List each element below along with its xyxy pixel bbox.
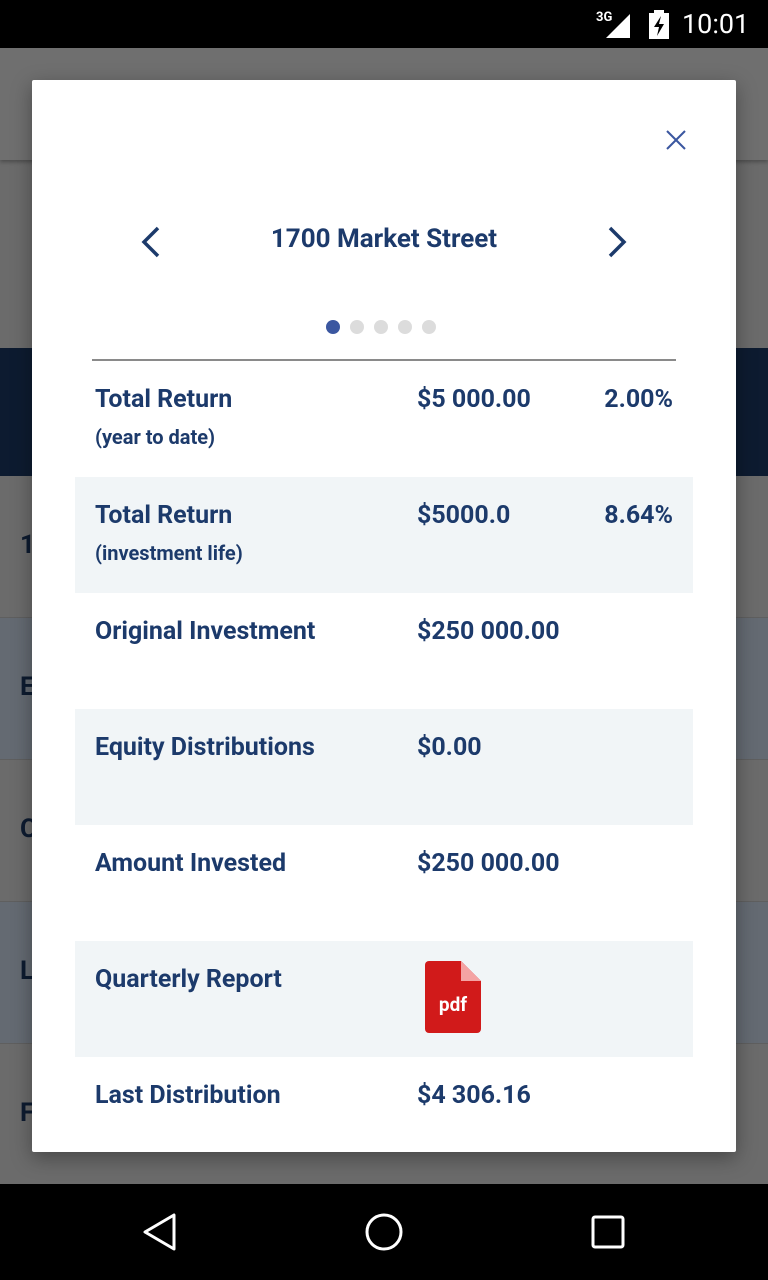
home-circle-icon[interactable] <box>364 1212 404 1252</box>
row-label: Equity Distributions <box>95 733 315 762</box>
page-dot-1[interactable] <box>326 320 340 334</box>
close-icon[interactable] <box>660 124 692 156</box>
row-value: $250 000.00 <box>417 617 560 646</box>
row-value: $4 306.16 <box>417 1081 531 1110</box>
row-label: Last Distribution <box>95 1081 281 1110</box>
property-header: 1700 Market Street <box>32 218 736 266</box>
pdf-file-icon[interactable]: pdf <box>425 961 481 1033</box>
signal-icon <box>606 14 630 38</box>
page-dot-3[interactable] <box>374 320 388 334</box>
table-row: Original Investment $250 000.00 <box>75 593 693 709</box>
table-row: Quarterly Report pdf <box>75 941 693 1057</box>
back-triangle-icon[interactable] <box>140 1212 180 1252</box>
row-value: $5000.0 <box>417 501 511 530</box>
row-value: $0.00 <box>417 733 482 762</box>
page-dot-4[interactable] <box>398 320 412 334</box>
row-label: Quarterly Report <box>95 965 282 994</box>
row-sublabel: (investment life) <box>95 541 243 565</box>
table-row: Equity Distributions $0.00 <box>75 709 693 825</box>
table-row: Amount Invested $250 000.00 <box>75 825 693 941</box>
recents-square-icon[interactable] <box>588 1212 628 1252</box>
row-label: Total Return <box>95 501 233 530</box>
row-label: Amount Invested <box>95 849 287 878</box>
row-label: Total Return <box>95 385 233 414</box>
row-value: $250 000.00 <box>417 849 560 878</box>
table-row: Total Return (investment life) $5000.0 8… <box>75 477 693 593</box>
table-row: Total Return (year to date) $5 000.00 2.… <box>75 361 693 477</box>
property-details-dialog: 1700 Market Street Total Return (year to… <box>32 80 736 1152</box>
row-percent: 8.64% <box>604 501 673 530</box>
battery-icon <box>649 10 669 39</box>
status-bar: 3G 10:01 <box>0 0 768 48</box>
pdf-page-fold <box>461 961 481 981</box>
chevron-left-icon[interactable] <box>128 218 176 266</box>
table-row: Last Distribution $4 306.16 <box>75 1057 693 1152</box>
page-indicator <box>326 320 436 336</box>
property-title: 1700 Market Street <box>270 224 498 254</box>
system-navigation-bar <box>0 1184 768 1280</box>
page-dot-2[interactable] <box>350 320 364 334</box>
page-dot-5[interactable] <box>422 320 436 334</box>
row-percent: 2.00% <box>604 385 673 414</box>
row-sublabel: (year to date) <box>95 425 216 449</box>
investment-summary-table: Total Return (year to date) $5 000.00 2.… <box>75 361 693 1152</box>
status-clock: 10:01 <box>682 8 750 40</box>
row-value: $5 000.00 <box>417 385 531 414</box>
row-label: Original Investment <box>95 617 316 646</box>
chevron-right-icon[interactable] <box>592 218 640 266</box>
pdf-label: pdf <box>438 993 468 1016</box>
